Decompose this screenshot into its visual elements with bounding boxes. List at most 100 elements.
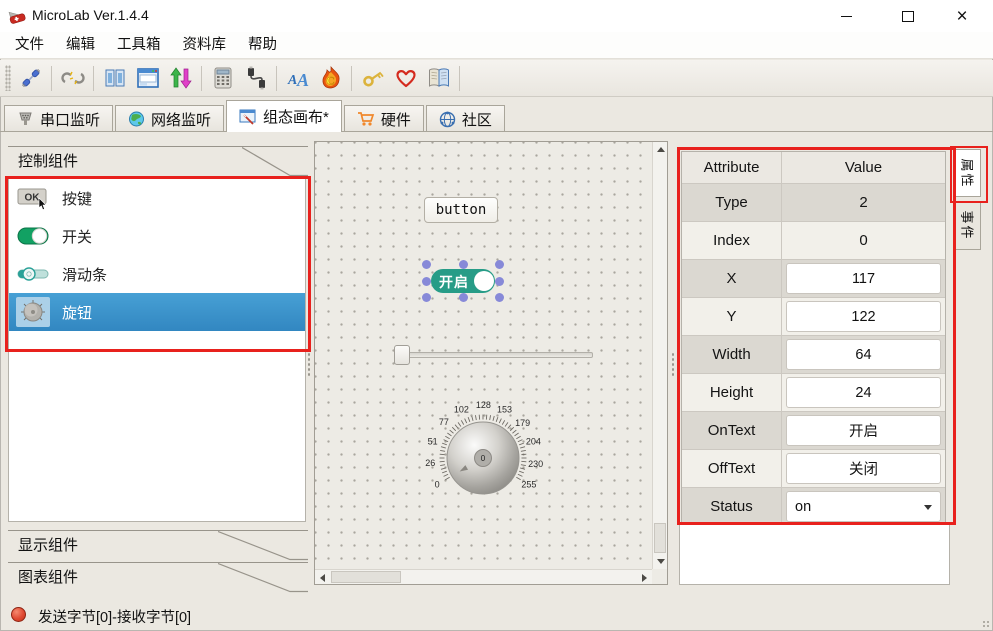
disconnect-button[interactable] bbox=[57, 63, 88, 94]
heart-icon bbox=[394, 66, 418, 90]
height-input[interactable]: 24 bbox=[786, 377, 941, 408]
canvas-button-widget[interactable]: button bbox=[424, 197, 498, 223]
maximize-button[interactable] bbox=[885, 0, 931, 32]
handle-bottom-left[interactable] bbox=[422, 293, 431, 302]
switch-icon bbox=[16, 221, 50, 251]
handle-top-left[interactable] bbox=[422, 260, 431, 269]
calculator-icon bbox=[212, 66, 234, 90]
side-tab-properties[interactable]: 属性 bbox=[954, 149, 981, 197]
resize-grip[interactable] bbox=[982, 620, 990, 628]
section-control-components[interactable]: 控制组件 bbox=[8, 146, 308, 176]
tab-community[interactable]: 社区 bbox=[426, 105, 505, 132]
tab-hardware[interactable]: 硬件 bbox=[344, 105, 424, 132]
tab-label: 硬件 bbox=[381, 109, 411, 130]
handle-bottom-center[interactable] bbox=[459, 293, 468, 302]
table-row-x: X 117 bbox=[682, 259, 945, 297]
scroll-left-button[interactable] bbox=[315, 570, 330, 585]
canvas-knob-widget[interactable]: 0265177102128153179204230255 0 bbox=[408, 393, 558, 523]
svg-text:77: 77 bbox=[439, 417, 449, 427]
menu-toolbox[interactable]: 工具箱 bbox=[106, 32, 172, 59]
status-select[interactable]: on bbox=[786, 491, 941, 522]
scrollbar-corner bbox=[652, 569, 667, 584]
menu-edit[interactable]: 编辑 bbox=[55, 32, 106, 59]
title-bar: MicroLab Ver.1.4.4 × bbox=[0, 0, 993, 32]
component-label: 开关 bbox=[62, 226, 92, 247]
book-button[interactable] bbox=[423, 63, 454, 94]
canvas-surface[interactable]: button 开启 bbox=[315, 142, 652, 569]
svg-text:A: A bbox=[287, 73, 297, 88]
slider-icon bbox=[16, 259, 50, 289]
disconnect-icon bbox=[61, 66, 85, 90]
menu-help[interactable]: 帮助 bbox=[237, 32, 288, 59]
right-splitter-handle[interactable] bbox=[671, 352, 675, 378]
menu-file[interactable]: 文件 bbox=[4, 32, 55, 59]
canvas-horizontal-scrollbar[interactable] bbox=[315, 569, 652, 584]
sort-arrows-button[interactable] bbox=[165, 63, 196, 94]
ontext-input[interactable]: 开启 bbox=[786, 415, 941, 446]
chevron-down-icon bbox=[924, 505, 932, 510]
flame-c-button[interactable]: C bbox=[315, 63, 346, 94]
network-globe-icon bbox=[128, 111, 145, 128]
menu-library[interactable]: 资料库 bbox=[172, 32, 238, 59]
component-item-switch[interactable]: 开关 bbox=[9, 217, 305, 255]
toolbar-grip[interactable] bbox=[5, 65, 11, 91]
handle-top-center[interactable] bbox=[459, 260, 468, 269]
app-window: MicroLab Ver.1.4.4 × 文件 编辑 工具箱 资料库 帮助 bbox=[0, 0, 993, 631]
y-input[interactable]: 122 bbox=[786, 301, 941, 332]
svg-text:A: A bbox=[296, 70, 309, 90]
heart-button[interactable] bbox=[390, 63, 421, 94]
tab-label: 组态画布* bbox=[263, 106, 329, 127]
window-layout-button[interactable] bbox=[132, 63, 163, 94]
value-header: Value bbox=[782, 152, 945, 183]
split-panels-button[interactable] bbox=[99, 63, 130, 94]
scroll-up-button[interactable] bbox=[653, 142, 668, 157]
scroll-right-button[interactable] bbox=[637, 570, 652, 585]
minimize-button[interactable] bbox=[823, 0, 869, 32]
component-item-pushbutton[interactable]: OK 按键 bbox=[9, 179, 305, 217]
handle-top-right[interactable] bbox=[495, 260, 504, 269]
main-tab-bar: 串口监听 网络监听 组态画布* 硬件 bbox=[0, 99, 993, 132]
component-label: 滑动条 bbox=[62, 264, 107, 285]
width-input[interactable]: 64 bbox=[786, 339, 941, 370]
flame-c-icon: C bbox=[319, 66, 343, 90]
serial-port-icon bbox=[17, 111, 34, 127]
connect-button[interactable] bbox=[15, 63, 46, 94]
section-chart-components[interactable]: 图表组件 bbox=[8, 562, 308, 592]
table-row-type: Type 2 bbox=[682, 183, 945, 221]
knob-icon bbox=[16, 297, 50, 327]
tab-network-monitor[interactable]: 网络监听 bbox=[115, 105, 224, 132]
canvas-slider-groove[interactable] bbox=[395, 352, 593, 358]
handle-mid-left[interactable] bbox=[422, 277, 431, 286]
section-display-components[interactable]: 显示组件 bbox=[8, 530, 308, 560]
component-item-slider[interactable]: 滑动条 bbox=[9, 255, 305, 293]
tab-serial-monitor[interactable]: 串口监听 bbox=[4, 105, 113, 132]
vertical-scroll-thumb[interactable] bbox=[654, 523, 666, 553]
canvas-toggle-widget[interactable]: 开启 bbox=[431, 269, 495, 293]
x-input[interactable]: 117 bbox=[786, 263, 941, 294]
canvas-vertical-scrollbar[interactable] bbox=[652, 142, 667, 569]
scroll-down-button[interactable] bbox=[653, 554, 668, 569]
book-icon bbox=[427, 66, 451, 90]
key-button[interactable] bbox=[357, 63, 388, 94]
table-row-ontext: OnText 开启 bbox=[682, 411, 945, 449]
handle-mid-right[interactable] bbox=[495, 277, 504, 286]
section-slant bbox=[218, 531, 308, 561]
attribute-panel-footer bbox=[679, 522, 950, 585]
table-row-index: Index 0 bbox=[682, 221, 945, 259]
handle-bottom-right[interactable] bbox=[495, 293, 504, 302]
component-label: 按键 bbox=[62, 188, 92, 209]
svg-text:C: C bbox=[326, 74, 335, 88]
offtext-input[interactable]: 关闭 bbox=[786, 453, 941, 484]
close-button[interactable]: × bbox=[939, 0, 985, 32]
usb-cable-button[interactable] bbox=[240, 63, 271, 94]
canvas-slider-handle[interactable] bbox=[394, 345, 410, 365]
font-button[interactable]: A A bbox=[282, 63, 313, 94]
tab-canvas-designer[interactable]: 组态画布* bbox=[226, 100, 342, 132]
hardware-cart-icon bbox=[357, 111, 375, 127]
horizontal-scroll-thumb[interactable] bbox=[331, 571, 401, 583]
side-tab-events[interactable]: 事件 bbox=[954, 201, 981, 250]
svg-text:128: 128 bbox=[476, 400, 491, 410]
component-item-knob[interactable]: 旋钮 bbox=[9, 293, 305, 331]
calculator-button[interactable] bbox=[207, 63, 238, 94]
left-splitter-handle[interactable] bbox=[307, 352, 311, 378]
